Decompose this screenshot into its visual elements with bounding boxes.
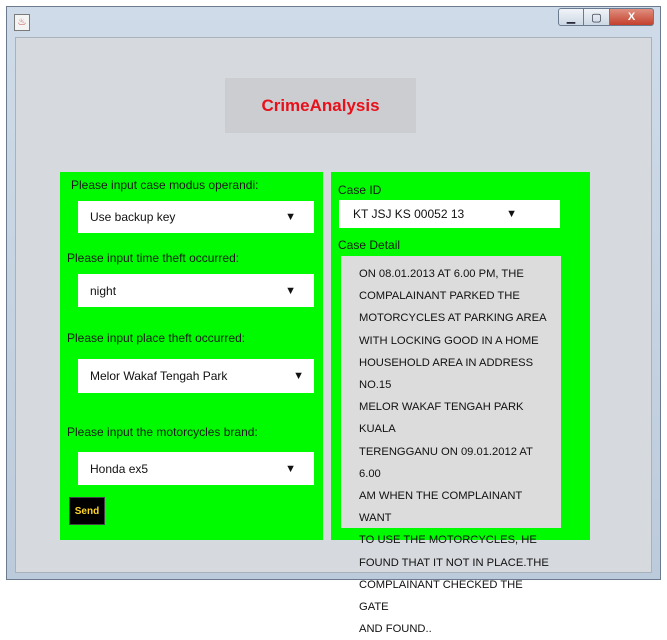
detail-line: AM WHEN THE COMPLAINANT WANT: [359, 490, 523, 525]
detail-line: HOUSEHOLD AREA IN ADDRESS NO.15: [359, 356, 534, 392]
detail-line: WITH LOCKING GOOD IN A HOME: [359, 334, 539, 347]
detail-line: TERENGGANU ON 09.01.2012 AT 6.00: [359, 445, 533, 480]
detail-line: TO USE THE MOTORCYCLES, HE: [359, 534, 537, 547]
place-value: Melor Wakaf Tengah Park: [90, 369, 228, 383]
close-button[interactable]: X: [610, 8, 654, 26]
time-label: Please input time theft occurred:: [67, 251, 240, 265]
detail-line: MOTORCYCLES AT PARKING AREA: [359, 312, 547, 325]
minimize-icon: ▁: [566, 11, 576, 24]
maximize-button[interactable]: ▢: [584, 8, 610, 26]
brand-value: Honda ex5: [90, 461, 149, 476]
time-value: night: [90, 283, 117, 298]
detail-line: COMPALAINANT PARKED THE: [359, 290, 520, 303]
modus-dropdown[interactable]: Use backup key ▼: [78, 201, 314, 233]
brand-dropdown[interactable]: Honda ex5 ▼: [78, 452, 314, 485]
java-cup-icon[interactable]: ♨: [14, 14, 30, 31]
case-id-dropdown[interactable]: KT JSJ KS 00052 13 ▼: [339, 200, 560, 228]
maximize-icon: ▢: [591, 11, 602, 24]
case-id-value: KT JSJ KS 00052 13: [353, 207, 465, 221]
page-title: CrimeAnalysis: [261, 95, 380, 115]
detail-line: ON 08.01.2013 AT 6.00 PM, THE: [359, 268, 524, 280]
case-id-label: Case ID: [338, 183, 382, 197]
chevron-down-icon: ▼: [285, 284, 296, 297]
app-window: ♨ ▁ ▢ X CrimeAnalysis Please input case …: [6, 6, 661, 635]
modus-label: Please input case modus operandi:: [71, 178, 259, 192]
chevron-down-icon: ▼: [285, 211, 296, 223]
window-controls: ▁ ▢ X: [558, 8, 654, 26]
detail-line: FOUND THAT IT NOT IN PLACE.THE: [359, 556, 549, 569]
title-bar[interactable]: ♨ ▁ ▢ X: [7, 7, 660, 37]
place-label: Please input place theft occurred:: [67, 331, 246, 345]
brand-label: Please input the motorcycles brand:: [67, 425, 258, 439]
minimize-button[interactable]: ▁: [558, 8, 584, 26]
close-icon: X: [627, 11, 636, 23]
chevron-down-icon: ▼: [506, 208, 517, 220]
case-detail-text[interactable]: ON 08.01.2013 AT 6.00 PM, THE COMPALAINA…: [341, 256, 561, 635]
content-pane: CrimeAnalysis Please input case modus op…: [15, 37, 652, 635]
place-dropdown[interactable]: Melor Wakaf Tengah Park ▼: [78, 359, 314, 393]
chevron-down-icon: ▼: [285, 462, 296, 475]
detail-line: AND FOUND..: [359, 623, 432, 636]
modus-value: Use backup key: [90, 210, 176, 224]
case-detail-label: Case Detail: [338, 238, 401, 252]
chevron-down-icon: ▼: [293, 370, 304, 382]
send-button[interactable]: Send: [69, 497, 105, 525]
title-panel: CrimeAnalysis: [225, 78, 416, 133]
detail-line: COMPLAINANT CHECKED THE GATE: [359, 578, 523, 614]
time-dropdown[interactable]: night ▼: [78, 274, 314, 307]
detail-line: MELOR WAKAF TENGAH PARK KUALA: [359, 401, 524, 436]
